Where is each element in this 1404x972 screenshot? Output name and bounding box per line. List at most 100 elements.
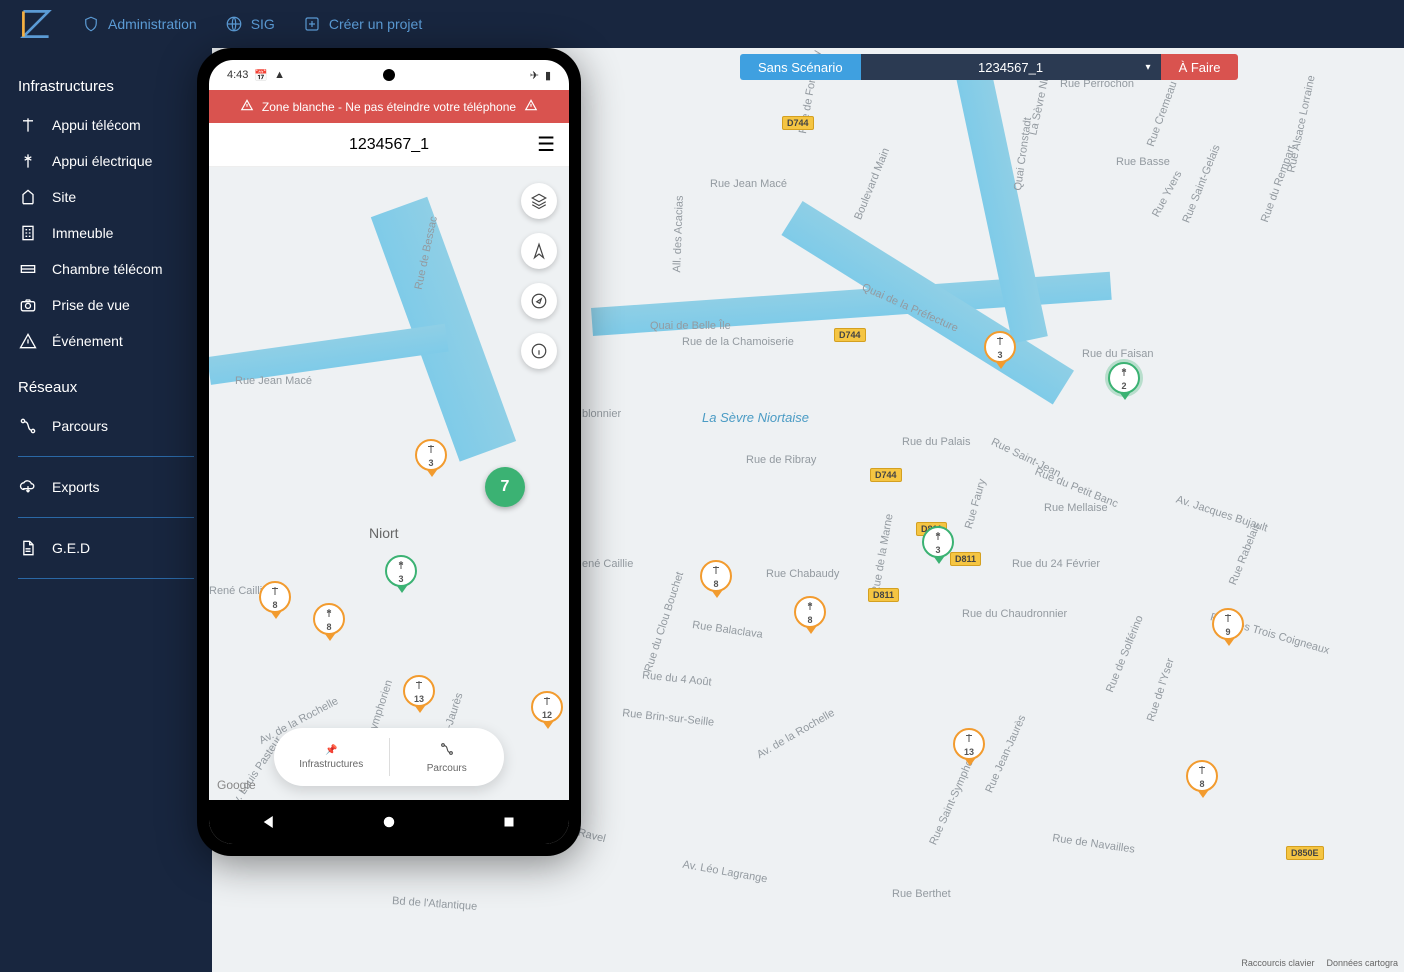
- marker-type-icon: [963, 732, 975, 746]
- road-label: Rue de Navailles: [1052, 832, 1136, 855]
- chevron-down-icon: ▾: [1146, 62, 1151, 73]
- hamburger-icon[interactable]: ☰: [537, 132, 555, 157]
- road-label: Rue Yvers: [1150, 169, 1184, 219]
- footer-data: Données cartogra: [1326, 958, 1398, 968]
- marker-type-icon: [323, 607, 335, 621]
- road-label: Rue Cremeau: [1145, 80, 1180, 148]
- android-recent-button[interactable]: [500, 813, 518, 831]
- sidebar-item-label: Immeuble: [52, 225, 113, 241]
- info-button[interactable]: [521, 333, 557, 369]
- sidebar-item-label: Chambre télécom: [52, 261, 163, 277]
- document-icon: [18, 538, 38, 558]
- road-label: Quai de Belle Île: [650, 320, 731, 332]
- marker-type-icon: [1222, 612, 1234, 626]
- map-marker[interactable]: 3: [922, 526, 956, 566]
- road-badge: D744: [870, 468, 902, 482]
- sidebar-item-label: Événement: [52, 333, 123, 349]
- marker-type-icon: [541, 695, 553, 709]
- map-marker[interactable]: 9: [1212, 608, 1246, 648]
- cluster-count: 7: [501, 478, 510, 496]
- road-label: Rue Balaclava: [692, 619, 764, 641]
- road-label: All. des Acacias: [671, 195, 686, 272]
- map-marker[interactable]: 12: [531, 691, 565, 731]
- marker-type-icon: [1196, 764, 1208, 778]
- marker-type-icon: [425, 443, 437, 457]
- nav-sig-label: SIG: [251, 16, 275, 32]
- status-chip[interactable]: À Faire: [1161, 54, 1239, 80]
- chamber-icon: [18, 259, 38, 279]
- scenario-chip[interactable]: Sans Scénario: [740, 54, 861, 80]
- sidebar-separator: [18, 578, 194, 579]
- marker-count: 13: [414, 694, 424, 704]
- road-label: Rue Brin-sur-Seille: [622, 707, 715, 729]
- map-marker[interactable]: 2: [1108, 362, 1142, 402]
- road-badge: D744: [782, 116, 814, 130]
- map-marker[interactable]: 8: [1186, 760, 1220, 800]
- sidebar-infra-header: Infrastructures: [18, 78, 212, 95]
- phone-infra-tab[interactable]: 📌 Infrastructures: [274, 728, 389, 786]
- river-label: La Sèvre Niortaise: [702, 410, 809, 425]
- battery-icon: ▮: [545, 69, 551, 82]
- city-label: Niort: [369, 525, 399, 541]
- project-id-label: 1234567_1: [978, 60, 1043, 75]
- route-icon: [18, 416, 38, 436]
- sidebar-item-site[interactable]: Site: [18, 179, 212, 215]
- map-marker[interactable]: 13: [403, 675, 437, 715]
- sidebar-item-prise-de-vue[interactable]: Prise de vue: [18, 287, 212, 323]
- road-label: Rue Jean Macé: [710, 178, 787, 190]
- sidebar-item-ged[interactable]: G.E.D: [18, 530, 212, 566]
- cluster-marker[interactable]: 7: [485, 467, 525, 507]
- sidebar-item-appui-electrique[interactable]: Appui électrique: [18, 143, 212, 179]
- phone-map[interactable]: Rue Jean Macé Rue de Bessac René Caillie…: [209, 167, 569, 800]
- layers-button[interactable]: [521, 183, 557, 219]
- map-top-bar: Sans Scénario 1234567_1 ▾ À Faire: [740, 54, 1238, 80]
- map-marker[interactable]: 8: [313, 603, 347, 643]
- marker-type-icon: [1118, 366, 1130, 380]
- marker-count: 3: [398, 574, 403, 584]
- road-label: Quai Cronstadt: [1012, 117, 1034, 192]
- map-marker[interactable]: 8: [259, 581, 293, 621]
- sidebar-item-exports[interactable]: Exports: [18, 469, 212, 505]
- sidebar-item-appui-telecom[interactable]: Appui télécom: [18, 107, 212, 143]
- compass-button[interactable]: [521, 283, 557, 319]
- calendar-icon: 📅: [254, 69, 268, 82]
- warning-triangle-icon: [240, 98, 254, 115]
- nav-administration-label: Administration: [108, 16, 197, 32]
- sidebar-item-label: Exports: [52, 479, 99, 495]
- map-marker[interactable]: 8: [700, 560, 734, 600]
- nav-sig[interactable]: SIG: [225, 15, 275, 33]
- map-marker[interactable]: 3: [415, 439, 449, 479]
- phone-bottom-bar: 📌 Infrastructures Parcours: [274, 728, 504, 786]
- map-footer: Raccourcis clavier Données cartogra: [1241, 958, 1398, 968]
- sidebar-item-immeuble[interactable]: Immeuble: [18, 215, 212, 251]
- sidebar-separator: [18, 456, 194, 457]
- sidebar-item-label: Site: [52, 189, 76, 205]
- sidebar-item-label: Parcours: [52, 418, 108, 434]
- road-label: Rue de la Marne: [870, 513, 896, 595]
- marker-count: 8: [1199, 779, 1204, 789]
- marker-count: 8: [272, 600, 277, 610]
- map-marker[interactable]: 3: [984, 331, 1018, 371]
- android-back-button[interactable]: [260, 813, 278, 831]
- top-nav: Administration SIG Créer un projet: [0, 0, 1404, 48]
- road-label: Rue Jean Macé: [235, 375, 312, 387]
- footer-shortcuts[interactable]: Raccourcis clavier: [1241, 958, 1314, 968]
- road-label: Rue Berthet: [892, 888, 951, 900]
- map-marker[interactable]: 8: [794, 596, 828, 636]
- nav-create-project[interactable]: Créer un projet: [303, 15, 422, 33]
- sidebar-item-evenement[interactable]: Événement: [18, 323, 212, 359]
- sidebar-item-chambre-telecom[interactable]: Chambre télécom: [18, 251, 212, 287]
- road-label: blonnier: [582, 408, 621, 420]
- project-selector[interactable]: 1234567_1 ▾: [861, 54, 1161, 80]
- marker-count: 2: [1121, 381, 1126, 391]
- marker-type-icon: [413, 679, 425, 693]
- camera-icon: [18, 295, 38, 315]
- android-home-button[interactable]: [380, 813, 398, 831]
- map-marker[interactable]: 13: [953, 728, 987, 768]
- sidebar-item-parcours[interactable]: Parcours: [18, 408, 212, 444]
- google-logo: Google: [217, 778, 256, 792]
- map-marker[interactable]: 3: [385, 555, 419, 595]
- locate-button[interactable]: [521, 233, 557, 269]
- phone-parcours-tab[interactable]: Parcours: [390, 728, 505, 786]
- nav-administration[interactable]: Administration: [82, 15, 197, 33]
